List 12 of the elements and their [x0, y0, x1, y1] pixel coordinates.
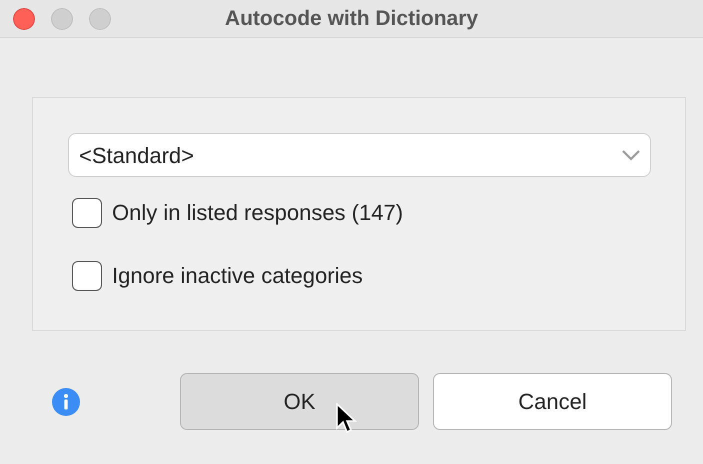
dictionary-dropdown[interactable]: <Standard> — [68, 133, 651, 177]
chevron-down-icon — [622, 150, 640, 160]
checkbox[interactable] — [72, 260, 102, 290]
checkbox-label[interactable]: Only in listed responses (147) — [112, 196, 404, 229]
window-title: Autocode with Dictionary — [224, 6, 478, 32]
checkbox[interactable] — [72, 198, 102, 228]
cursor-icon — [335, 403, 357, 435]
cancel-button[interactable]: Cancel — [433, 373, 672, 430]
checkbox-label[interactable]: Ignore inactive categories — [112, 259, 363, 292]
close-button[interactable] — [13, 8, 35, 30]
info-icon[interactable] — [52, 388, 80, 416]
ok-button[interactable]: OK — [180, 373, 419, 430]
